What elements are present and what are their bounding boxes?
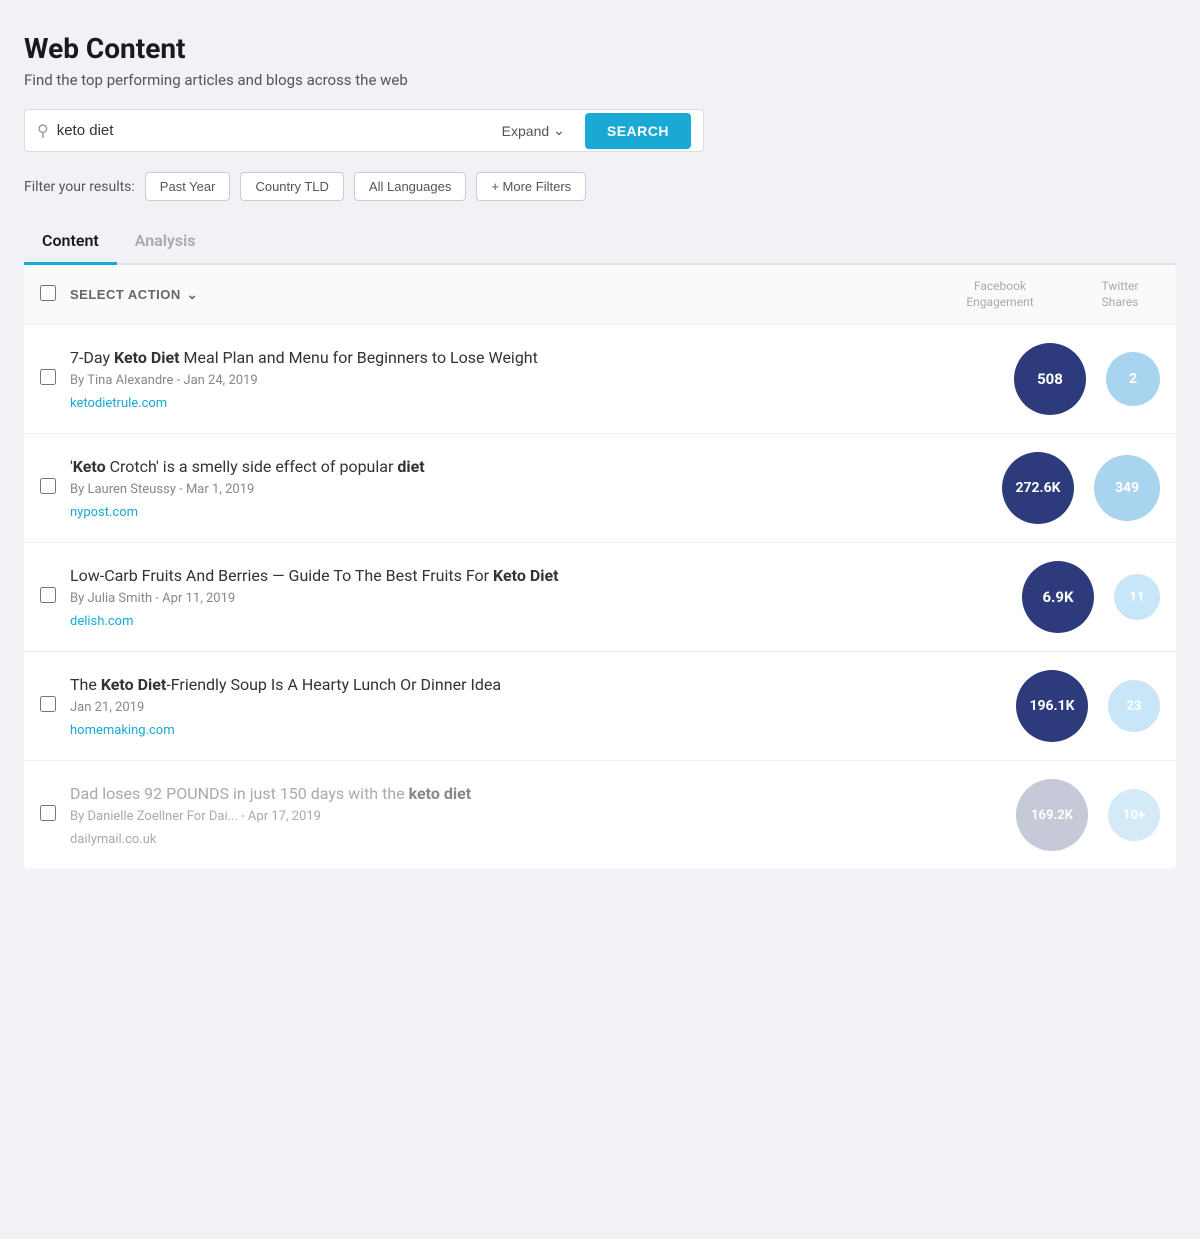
expand-button[interactable]: Expand ⌄: [490, 114, 577, 147]
search-input[interactable]: [57, 110, 490, 151]
article-checkbox-1[interactable]: [40, 369, 56, 385]
filters-label: Filter your results:: [24, 179, 135, 195]
article-meta-3: By Julia Smith - Apr 11, 2019: [70, 591, 1006, 606]
article-link-3[interactable]: delish.com: [70, 614, 133, 629]
article-checkbox-3[interactable]: [40, 587, 56, 603]
article-content-2: 'Keto Crotch' is a smelly side effect of…: [70, 456, 986, 520]
chevron-down-icon: ⌄: [187, 287, 198, 303]
article-meta-2: By Lauren Steussy - Mar 1, 2019: [70, 482, 986, 497]
select-all-checkbox-wrap[interactable]: [40, 285, 56, 305]
filter-past-year[interactable]: Past Year: [145, 172, 231, 201]
content-table: SELECT ACTION ⌄ FacebookEngagement Twitt…: [24, 265, 1176, 869]
filter-all-languages[interactable]: All Languages: [354, 172, 466, 201]
tabs-row: Content Analysis: [24, 221, 1176, 265]
search-bar: ⚲ Expand ⌄ SEARCH: [24, 109, 704, 152]
article-meta-5: By Danielle Zoellner For Dai... - Apr 17…: [70, 809, 1000, 824]
page-subtitle: Find the top performing articles and blo…: [24, 71, 1176, 89]
filter-more-filters[interactable]: + More Filters: [476, 172, 586, 201]
twitter-metric-1: 2: [1106, 352, 1160, 406]
article-row: Low-Carb Fruits And Berries — Guide To T…: [24, 543, 1176, 652]
article-link-2[interactable]: nypost.com: [70, 505, 138, 520]
article-metrics-3: 6.9K 11: [1022, 561, 1160, 633]
select-all-checkbox[interactable]: [40, 285, 56, 301]
article-title-5: Dad loses 92 POUNDS in just 150 days wit…: [70, 783, 1000, 805]
facebook-metric-2: 272.6K: [1002, 452, 1074, 524]
article-checkbox-5[interactable]: [40, 805, 56, 821]
article-content-3: Low-Carb Fruits And Berries — Guide To T…: [70, 565, 1006, 629]
article-link-5[interactable]: dailymail.co.uk: [70, 832, 157, 847]
chevron-down-icon: ⌄: [553, 122, 565, 139]
tab-analysis[interactable]: Analysis: [117, 221, 214, 265]
col-header-facebook: FacebookEngagement: [960, 279, 1040, 310]
facebook-metric-4: 196.1K: [1016, 670, 1088, 742]
article-title-1: 7-Day Keto Diet Meal Plan and Menu for B…: [70, 347, 998, 369]
article-row: 'Keto Crotch' is a smelly side effect of…: [24, 434, 1176, 543]
article-row: 7-Day Keto Diet Meal Plan and Menu for B…: [24, 325, 1176, 434]
article-link-1[interactable]: ketodietrule.com: [70, 396, 167, 411]
facebook-metric-5: 169.2K: [1016, 779, 1088, 851]
article-link-4[interactable]: homemaking.com: [70, 723, 175, 738]
select-action-button[interactable]: SELECT ACTION ⌄: [70, 287, 198, 303]
facebook-metric-3: 6.9K: [1022, 561, 1094, 633]
article-content-4: The Keto Diet-Friendly Soup Is A Hearty …: [70, 674, 1000, 738]
article-checkbox-4[interactable]: [40, 696, 56, 712]
article-metrics-5: 169.2K 10+: [1016, 779, 1160, 851]
article-metrics-4: 196.1K 23: [1016, 670, 1160, 742]
twitter-metric-5: 10+: [1108, 789, 1160, 841]
table-header: SELECT ACTION ⌄ FacebookEngagement Twitt…: [24, 265, 1176, 325]
tab-content[interactable]: Content: [24, 221, 117, 265]
article-title-3: Low-Carb Fruits And Berries — Guide To T…: [70, 565, 1006, 587]
twitter-metric-4: 23: [1108, 680, 1160, 732]
column-headers: FacebookEngagement TwitterShares: [960, 279, 1160, 310]
col-header-twitter: TwitterShares: [1080, 279, 1160, 310]
article-meta-4: Jan 21, 2019: [70, 700, 1000, 715]
filters-row: Filter your results: Past Year Country T…: [24, 172, 1176, 201]
facebook-metric-1: 508: [1014, 343, 1086, 415]
article-metrics-2: 272.6K 349: [1002, 452, 1160, 524]
article-row: The Keto Diet-Friendly Soup Is A Hearty …: [24, 652, 1176, 761]
article-meta-1: By Tina Alexandre - Jan 24, 2019: [70, 373, 998, 388]
twitter-metric-2: 349: [1094, 455, 1160, 521]
article-checkbox-2[interactable]: [40, 478, 56, 494]
article-title-4: The Keto Diet-Friendly Soup Is A Hearty …: [70, 674, 1000, 696]
article-title-2: 'Keto Crotch' is a smelly side effect of…: [70, 456, 986, 478]
search-icon: ⚲: [37, 121, 49, 140]
page-title: Web Content: [24, 32, 1176, 65]
filter-country-tld[interactable]: Country TLD: [240, 172, 343, 201]
article-row: Dad loses 92 POUNDS in just 150 days wit…: [24, 761, 1176, 869]
article-content-5: Dad loses 92 POUNDS in just 150 days wit…: [70, 783, 1000, 847]
article-content-1: 7-Day Keto Diet Meal Plan and Menu for B…: [70, 347, 998, 411]
twitter-metric-3: 11: [1114, 574, 1160, 620]
search-button[interactable]: SEARCH: [585, 113, 691, 149]
article-metrics-1: 508 2: [1014, 343, 1160, 415]
